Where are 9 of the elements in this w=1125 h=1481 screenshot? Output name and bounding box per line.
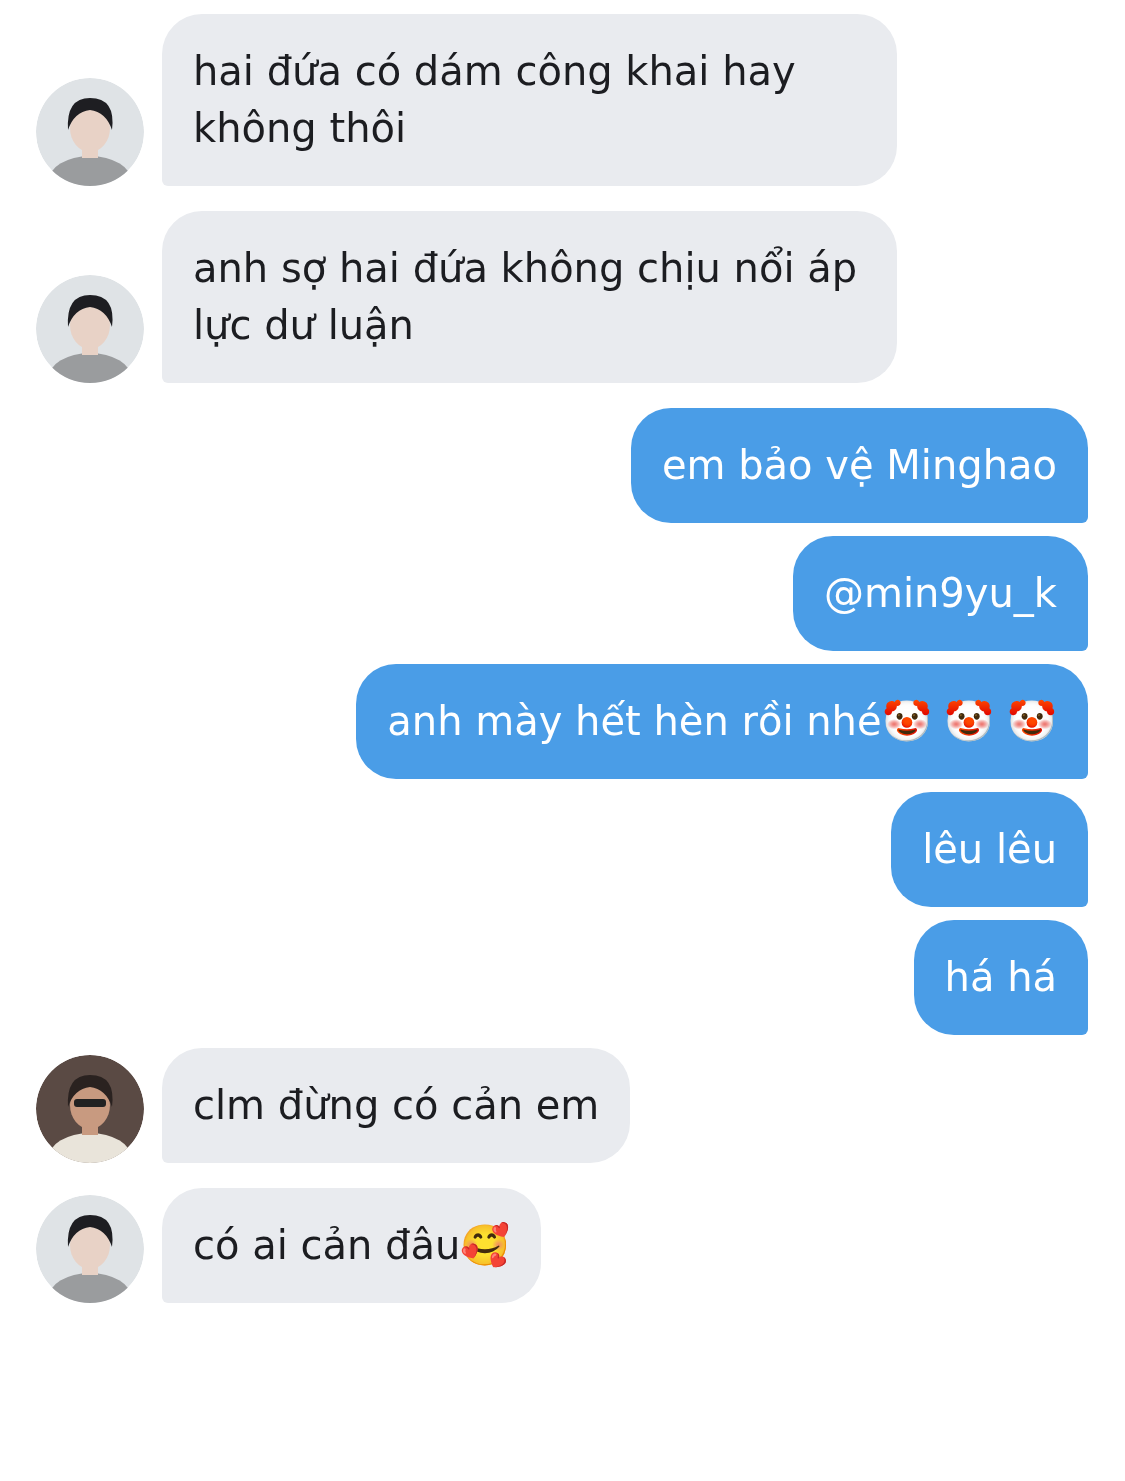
message-bubble: lêu lêu [891,792,1088,907]
message-bubble: há há [913,920,1088,1035]
message-bubble: @min9yu_k [792,536,1088,651]
message-bubble: anh mày hết hèn rồi nhé🤡 🤡 🤡 [356,664,1088,779]
message-bubble: anh sợ hai đứa không chịu nổi áp lực dư luận [162,211,897,383]
message-bubble: clm đừng có cản em [162,1048,631,1163]
message-bubble: em bảo vệ Minghao [630,408,1088,523]
message-bubble: hai đứa có dám công khai hay không thôi [162,14,897,186]
message-bubble: có ai cản đâu🥰 [162,1188,542,1303]
